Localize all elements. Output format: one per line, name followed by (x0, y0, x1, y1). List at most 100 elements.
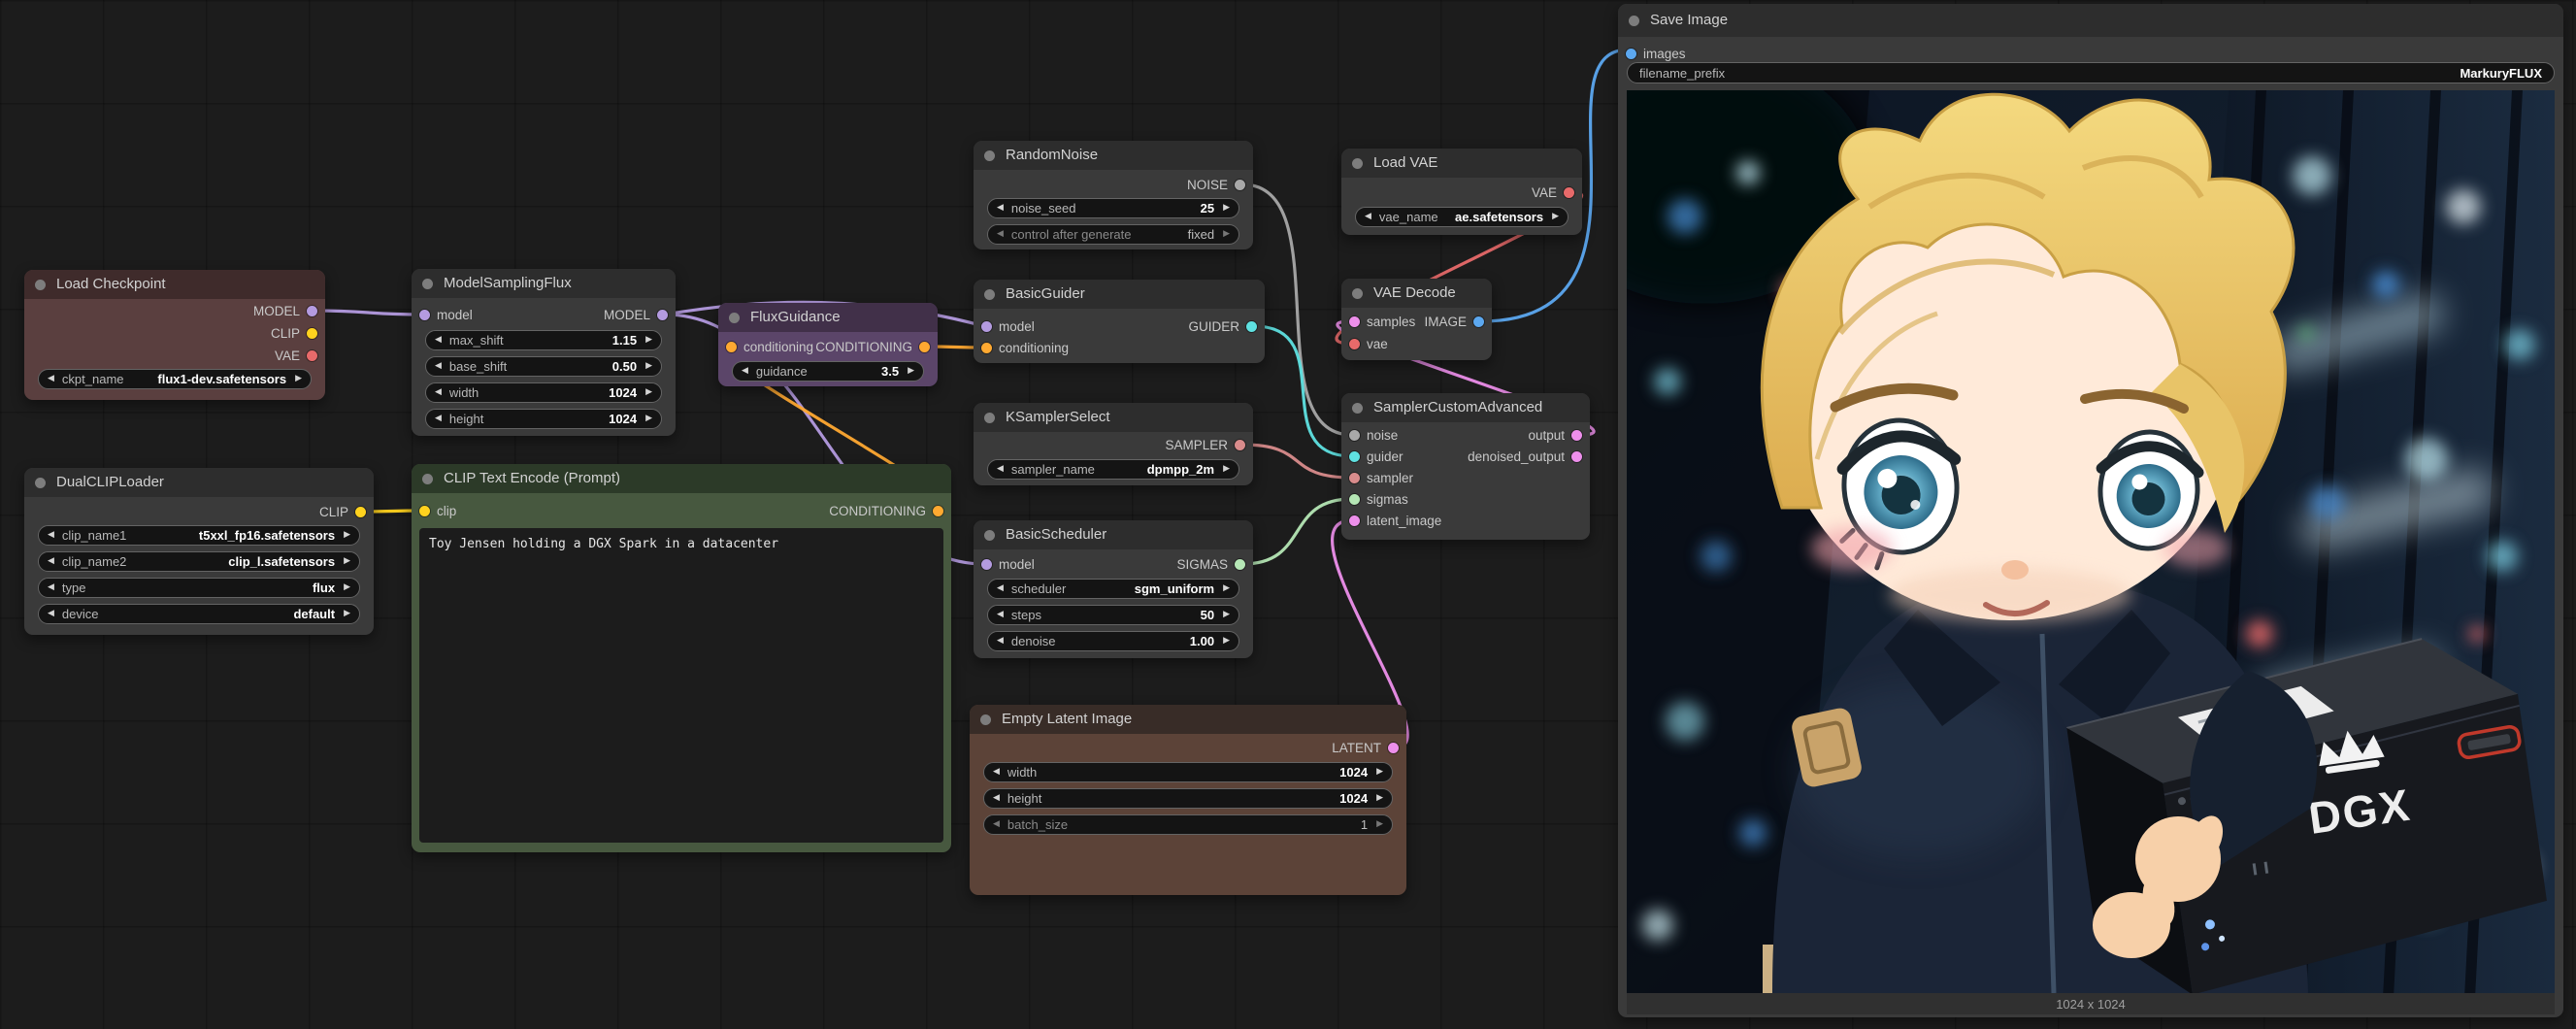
widget-noise_seed[interactable]: ◀noise_seed25▶ (987, 198, 1239, 218)
sigmas-input-dot[interactable] (1349, 494, 1360, 505)
increment-arrow-icon[interactable]: ▶ (1223, 203, 1230, 213)
widget-height[interactable]: ◀height1024▶ (425, 409, 662, 429)
decrement-arrow-icon[interactable]: ◀ (48, 556, 54, 566)
node-header[interactable]: SamplerCustomAdvanced (1341, 393, 1590, 422)
increment-arrow-icon[interactable]: ▶ (645, 414, 652, 423)
node-header[interactable]: Empty Latent Image (970, 705, 1406, 734)
GUIDER-output-dot[interactable] (1246, 321, 1257, 332)
widget-denoise[interactable]: ◀denoise1.00▶ (987, 631, 1239, 651)
widget-control-after-generate[interactable]: ◀control after generatefixed▶ (987, 224, 1239, 245)
MODEL-output-dot[interactable] (307, 306, 317, 316)
collapse-dot[interactable] (984, 150, 995, 161)
CLIP-output-slot[interactable]: CLIP (271, 322, 317, 344)
denoised_output-output-slot[interactable]: denoised_output (1468, 446, 1582, 467)
model-input-slot[interactable]: model (981, 315, 1035, 337)
increment-arrow-icon[interactable]: ▶ (645, 335, 652, 345)
node-header[interactable]: DualCLIPLoader (24, 468, 374, 497)
IMAGE-output-slot[interactable]: IMAGE (1424, 311, 1484, 332)
node-header[interactable]: Load Checkpoint (24, 270, 325, 299)
node-clip-text-encode[interactable]: CLIP Text Encode (Prompt)clipCONDITIONIN… (412, 464, 951, 852)
decrement-arrow-icon[interactable]: ◀ (435, 414, 442, 423)
CONDITIONING-output-dot[interactable] (919, 342, 930, 352)
collapse-dot[interactable] (984, 530, 995, 541)
node-basicguider[interactable]: BasicGuidermodelconditioningGUIDER (974, 280, 1265, 363)
node-save-image[interactable]: Save Image images filename_prefix Markur… (1618, 4, 2563, 1017)
collapse-dot[interactable] (1352, 288, 1363, 299)
widget-device[interactable]: ◀devicedefault▶ (38, 604, 360, 624)
decrement-arrow-icon[interactable]: ◀ (997, 636, 1004, 646)
decrement-arrow-icon[interactable]: ◀ (997, 610, 1004, 619)
node-header[interactable]: FluxGuidance (718, 303, 938, 332)
SIGMAS-output-dot[interactable] (1235, 559, 1245, 570)
decrement-arrow-icon[interactable]: ◀ (435, 335, 442, 345)
CLIP-output-dot[interactable] (355, 507, 366, 517)
latent_image-input-slot[interactable]: latent_image (1349, 510, 1441, 531)
collapse-dot[interactable] (984, 413, 995, 423)
decrement-arrow-icon[interactable]: ◀ (48, 609, 54, 618)
increment-arrow-icon[interactable]: ▶ (1552, 212, 1559, 221)
node-header[interactable]: Load VAE (1341, 149, 1582, 178)
increment-arrow-icon[interactable]: ▶ (344, 556, 350, 566)
model-input-dot[interactable] (419, 310, 430, 320)
denoised_output-output-dot[interactable] (1571, 451, 1582, 462)
guider-input-slot[interactable]: guider (1349, 446, 1404, 467)
sampler-input-dot[interactable] (1349, 473, 1360, 483)
increment-arrow-icon[interactable]: ▶ (645, 361, 652, 371)
CLIP-output-dot[interactable] (307, 328, 317, 339)
node-basicscheduler[interactable]: BasicSchedulermodelSIGMAS◀schedulersgm_u… (974, 520, 1253, 658)
increment-arrow-icon[interactable]: ▶ (344, 582, 350, 592)
widget-clip_name1[interactable]: ◀clip_name1t5xxl_fp16.safetensors▶ (38, 525, 360, 546)
clip-input-dot[interactable] (419, 506, 430, 516)
guider-input-dot[interactable] (1349, 451, 1360, 462)
clip-input-slot[interactable]: clip (419, 500, 456, 521)
decrement-arrow-icon[interactable]: ◀ (742, 366, 748, 376)
decrement-arrow-icon[interactable]: ◀ (997, 203, 1004, 213)
samples-input-slot[interactable]: samples (1349, 311, 1415, 332)
LATENT-output-slot[interactable]: LATENT (1332, 737, 1399, 758)
node-modelsamplingflux[interactable]: ModelSamplingFluxmodelMODEL◀max_shift1.1… (412, 269, 676, 436)
VAE-output-slot[interactable]: VAE (1532, 182, 1574, 203)
conditioning-input-dot[interactable] (726, 342, 737, 352)
increment-arrow-icon[interactable]: ▶ (344, 530, 350, 540)
CONDITIONING-output-dot[interactable] (933, 506, 943, 516)
noise-input-dot[interactable] (1349, 430, 1360, 441)
GUIDER-output-slot[interactable]: GUIDER (1188, 315, 1257, 337)
SAMPLER-output-slot[interactable]: SAMPLER (1165, 434, 1245, 455)
CLIP-output-slot[interactable]: CLIP (319, 501, 366, 522)
images-input-dot[interactable] (1626, 49, 1636, 59)
collapse-dot[interactable] (422, 474, 433, 484)
decrement-arrow-icon[interactable]: ◀ (993, 819, 1000, 829)
MODEL-output-slot[interactable]: MODEL (604, 304, 668, 325)
increment-arrow-icon[interactable]: ▶ (1376, 767, 1383, 777)
decrement-arrow-icon[interactable]: ◀ (997, 464, 1004, 474)
increment-arrow-icon[interactable]: ▶ (1223, 229, 1230, 239)
collapse-dot[interactable] (1352, 403, 1363, 414)
model-input-slot[interactable]: model (981, 553, 1035, 575)
widget-ckpt_name[interactable]: ◀ckpt_nameflux1-dev.safetensors▶ (38, 369, 312, 389)
decrement-arrow-icon[interactable]: ◀ (1365, 212, 1371, 221)
widget-steps[interactable]: ◀steps50▶ (987, 605, 1239, 625)
widget-width[interactable]: ◀width1024▶ (425, 382, 662, 403)
widget-batch_size[interactable]: ◀batch_size1▶ (983, 814, 1393, 835)
generated-image-preview[interactable]: DGX (1627, 90, 2555, 993)
widget-height[interactable]: ◀height1024▶ (983, 788, 1393, 809)
node-randomnoise[interactable]: RandomNoiseNOISE◀noise_seed25▶◀control a… (974, 141, 1253, 249)
increment-arrow-icon[interactable]: ▶ (1223, 636, 1230, 646)
VAE-output-slot[interactable]: VAE (275, 345, 317, 366)
widget-vae_name[interactable]: ◀vae_nameae.safetensors▶ (1355, 207, 1569, 227)
node-graph-canvas[interactable]: Save Image images filename_prefix Markur… (0, 0, 2576, 1029)
node-header[interactable]: BasicGuider (974, 280, 1265, 309)
sigmas-input-slot[interactable]: sigmas (1349, 488, 1408, 510)
vae-input-slot[interactable]: vae (1349, 333, 1388, 354)
MODEL-output-slot[interactable]: MODEL (253, 300, 317, 321)
output-output-dot[interactable] (1571, 430, 1582, 441)
widget-type[interactable]: ◀typeflux▶ (38, 578, 360, 598)
conditioning-input-dot[interactable] (981, 343, 992, 353)
collapse-dot[interactable] (1629, 16, 1639, 26)
node-load-checkpoint[interactable]: Load CheckpointMODELCLIPVAE ◀ckpt_nameflu… (24, 270, 325, 400)
widget-clip_name2[interactable]: ◀clip_name2clip_l.safetensors▶ (38, 551, 360, 572)
filename-prefix-widget[interactable]: filename_prefix MarkuryFLUX (1627, 62, 2555, 83)
collapse-dot[interactable] (1352, 158, 1363, 169)
node-header[interactable]: CLIP Text Encode (Prompt) (412, 464, 951, 493)
node-header[interactable]: KSamplerSelect (974, 403, 1253, 432)
